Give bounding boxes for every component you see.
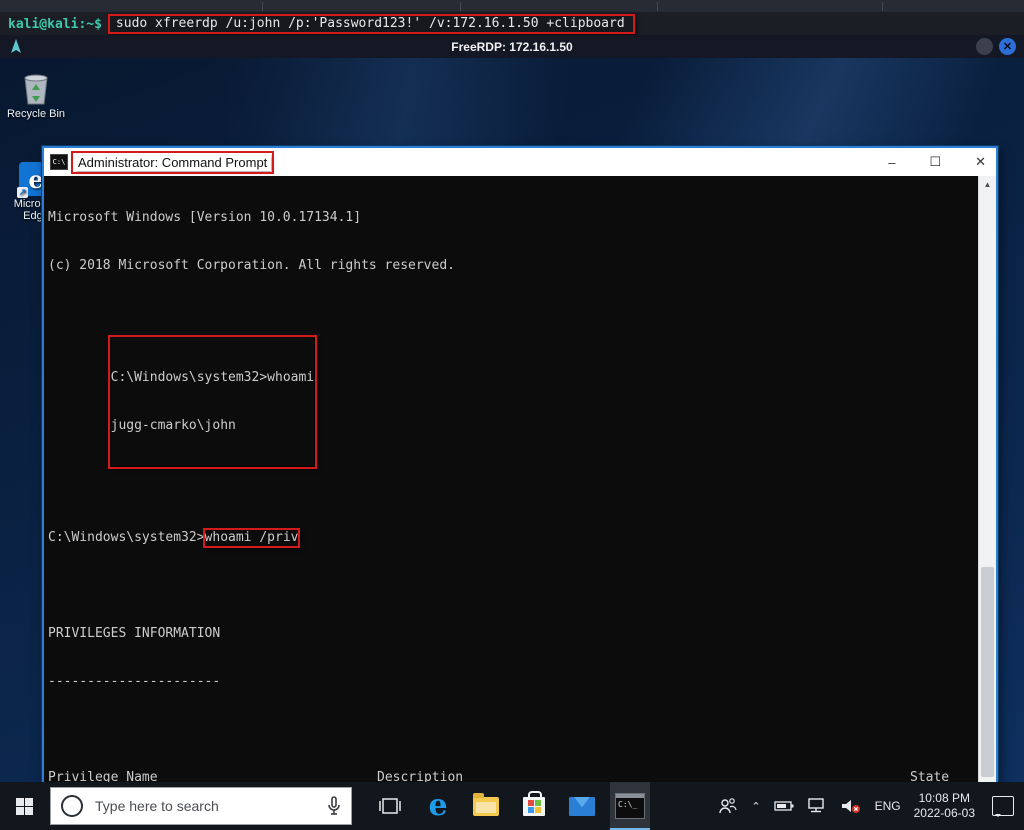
- screen: kali@kali:~$ sudo xfreerdp /u:john /p:'P…: [0, 0, 1024, 830]
- strip-separator: [460, 2, 461, 11]
- console-output[interactable]: Microsoft Windows [Version 10.0.17134.1]…: [44, 176, 979, 796]
- scrollbar-up-arrow-icon[interactable]: ▲: [979, 176, 996, 193]
- taskbar-command-prompt-button[interactable]: C:\_: [610, 782, 650, 830]
- shortcut-arrow-icon: ↗: [17, 187, 28, 198]
- whoami-highlight: C:\Windows\system32>whoami jugg-cmarko\j…: [111, 338, 315, 466]
- freerdp-minimize-button[interactable]: [976, 38, 993, 55]
- console-banner-line: (c) 2018 Microsoft Corporation. All righ…: [48, 258, 979, 274]
- cmd-close-button[interactable]: ✕: [975, 154, 986, 170]
- taskbar-edge-button[interactable]: e: [418, 782, 458, 830]
- desktop-icon-recycle-bin[interactable]: Recycle Bin: [4, 66, 68, 120]
- console-scrollbar[interactable]: ▲ ▼: [978, 176, 996, 796]
- network-icon[interactable]: [807, 798, 827, 814]
- desktop-icon-label: Recycle Bin: [4, 108, 68, 120]
- console-banner-line: Microsoft Windows [Version 10.0.17134.1]: [48, 210, 979, 226]
- clock-date: 2022-06-03: [914, 806, 975, 821]
- strip-separator: [657, 2, 658, 11]
- edge-icon: e: [428, 791, 447, 821]
- language-indicator[interactable]: ENG: [875, 799, 901, 813]
- cortana-icon: [61, 795, 83, 817]
- cmd-minimize-button[interactable]: –: [888, 155, 895, 170]
- kali-window-strip: [0, 0, 1024, 13]
- clock-time: 10:08 PM: [914, 791, 975, 806]
- taskbar-search-input[interactable]: Type here to search: [50, 787, 352, 825]
- strip-separator: [262, 2, 263, 11]
- action-center-icon[interactable]: [992, 796, 1014, 816]
- taskbar-clock[interactable]: 10:08 PM 2022-06-03: [914, 791, 975, 821]
- battery-icon[interactable]: [774, 800, 794, 812]
- cmd-icon: C:\: [50, 154, 68, 170]
- kali-terminal-line: kali@kali:~$ sudo xfreerdp /u:john /p:'P…: [0, 13, 1024, 35]
- taskbar-mail-button[interactable]: [562, 782, 602, 830]
- cmd-titlebar[interactable]: C:\ Administrator: Command Prompt – ☐ ✕: [44, 148, 996, 176]
- cmd-window-title: Administrator: Command Prompt: [74, 154, 271, 171]
- people-icon[interactable]: [718, 797, 738, 815]
- privileges-heading-underline: ----------------------: [48, 674, 979, 690]
- volume-muted-icon[interactable]: [840, 798, 862, 814]
- whoami-priv-highlight: whoami /priv: [205, 530, 299, 546]
- console-prompt: C:\Windows\system32>: [111, 370, 268, 385]
- whoami-command: whoami: [267, 370, 314, 385]
- recycle-bin-icon: [4, 66, 68, 106]
- cmd-maximize-button[interactable]: ☐: [929, 154, 941, 170]
- scrollbar-thumb[interactable]: [981, 567, 994, 777]
- freerdp-icon: [9, 39, 23, 55]
- kali-prompt: kali@kali:~$: [8, 17, 102, 32]
- mail-icon: [569, 797, 595, 816]
- microphone-icon[interactable]: [327, 796, 341, 816]
- tray-expand-chevron-icon[interactable]: ⌃: [751, 800, 760, 813]
- taskbar-store-button[interactable]: [514, 782, 554, 830]
- privileges-heading: PRIVILEGES INFORMATION: [48, 626, 979, 642]
- microsoft-store-icon: [523, 797, 545, 816]
- command-prompt-window: C:\ Administrator: Command Prompt – ☐ ✕ …: [42, 146, 998, 798]
- task-view-button[interactable]: [370, 782, 410, 830]
- command-prompt-icon: C:\_: [615, 793, 645, 819]
- kali-command-highlight[interactable]: sudo xfreerdp /u:john /p:'Password123!' …: [108, 14, 635, 34]
- file-explorer-icon: [473, 797, 499, 816]
- freerdp-title: FreeRDP: 172.16.1.50: [0, 40, 1024, 54]
- search-placeholder: Type here to search: [95, 798, 327, 814]
- strip-separator: [882, 2, 883, 11]
- freerdp-close-button[interactable]: ✕: [999, 38, 1016, 55]
- task-view-icon: [379, 797, 401, 815]
- windows-desktop: Recycle Bin e ↗ Microsoft Edge C:\ Admin…: [0, 58, 1024, 782]
- windows-logo-icon: [16, 798, 33, 815]
- console-prompt: C:\Windows\system32>: [48, 530, 205, 545]
- freerdp-titlebar: FreeRDP: 172.16.1.50 ✕: [0, 35, 1024, 58]
- start-button[interactable]: [0, 782, 48, 830]
- windows-taskbar: Type here to search e: [0, 782, 1024, 830]
- whoami-output: jugg-cmarko\john: [111, 418, 315, 434]
- taskbar-file-explorer-button[interactable]: [466, 782, 506, 830]
